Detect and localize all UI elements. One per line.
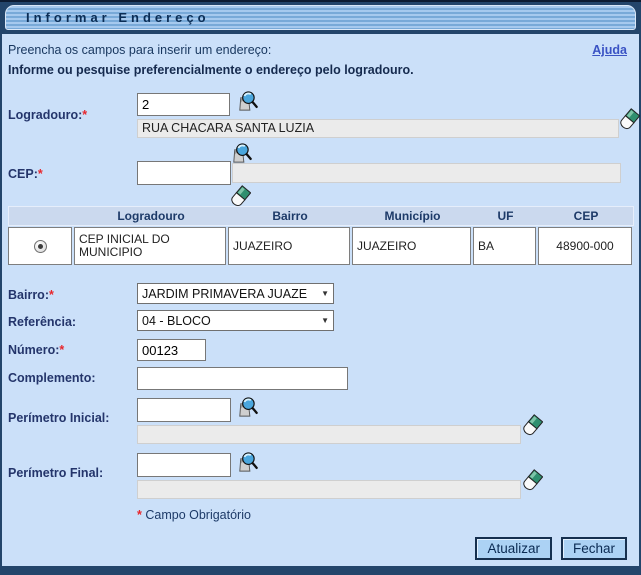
row-select-radio[interactable] bbox=[34, 240, 47, 253]
intro-text: Preencha os campos para inserir um ender… bbox=[8, 43, 271, 57]
perimetro-inicial-name-field bbox=[137, 425, 521, 444]
chevron-down-icon: ▼ bbox=[319, 316, 333, 325]
cell-uf: BA bbox=[473, 227, 536, 265]
perimetro-final-search-icon[interactable] bbox=[235, 451, 258, 474]
perimetro-final-name-field bbox=[137, 480, 521, 499]
action-buttons: Atualizar Fechar bbox=[475, 537, 627, 560]
cell-cep: 48900-000 bbox=[538, 227, 632, 265]
perimetro-final-code-input[interactable] bbox=[137, 453, 231, 477]
perimetro-final-eraser-icon[interactable] bbox=[522, 469, 543, 493]
numero-input[interactable] bbox=[137, 339, 206, 361]
dialog-body: Preencha os campos para inserir um ender… bbox=[2, 34, 639, 566]
referencia-label: Referência: bbox=[8, 315, 76, 329]
bairro-selected-value: JARDIM PRIMAVERA JUAZE bbox=[138, 287, 319, 301]
cep-results-table: Logradouro Bairro Município UF CEP CEP I… bbox=[8, 206, 634, 265]
complemento-label: Complemento: bbox=[8, 371, 96, 385]
dialog-title: Informar Endereço bbox=[6, 10, 210, 25]
perimetro-inicial-code-input[interactable] bbox=[137, 398, 231, 422]
bairro-label: Bairro:* bbox=[8, 288, 54, 302]
bairro-select[interactable]: JARDIM PRIMAVERA JUAZE ▼ bbox=[137, 283, 334, 304]
logradouro-search-icon[interactable] bbox=[235, 90, 258, 113]
fechar-button[interactable]: Fechar bbox=[561, 537, 627, 560]
cep-label: CEP:* bbox=[8, 167, 43, 181]
dialog-informar-endereco: Informar Endereço Preencha os campos par… bbox=[0, 0, 641, 575]
header-municipio: Município bbox=[353, 207, 472, 225]
logradouro-code-input[interactable] bbox=[137, 93, 230, 116]
cep-name-field bbox=[232, 163, 621, 183]
perimetro-inicial-search-icon[interactable] bbox=[235, 396, 258, 419]
cell-bairro: JUAZEIRO bbox=[228, 227, 350, 265]
numero-label: Número:* bbox=[8, 343, 64, 357]
cell-municipio: JUAZEIRO bbox=[352, 227, 471, 265]
logradouro-eraser-icon[interactable] bbox=[619, 108, 640, 132]
logradouro-label: Logradouro:* bbox=[8, 108, 87, 122]
perimetro-final-label: Perímetro Final: bbox=[8, 466, 103, 480]
header-cep: CEP bbox=[539, 207, 633, 225]
complemento-input[interactable] bbox=[137, 367, 348, 390]
perimetro-inicial-label: Perímetro Inicial: bbox=[8, 411, 109, 425]
perimetro-inicial-eraser-icon[interactable] bbox=[522, 414, 543, 438]
help-link[interactable]: Ajuda bbox=[592, 43, 627, 57]
referencia-selected-value: 04 - BLOCO bbox=[138, 314, 319, 328]
header-logradouro: Logradouro bbox=[75, 207, 227, 225]
instruction-text: Informe ou pesquise preferencialmente o … bbox=[8, 63, 414, 77]
table-header-row: Logradouro Bairro Município UF CEP bbox=[8, 206, 634, 226]
atualizar-button[interactable]: Atualizar bbox=[475, 537, 552, 560]
dialog-titlebar: Informar Endereço bbox=[5, 5, 636, 30]
header-uf: UF bbox=[474, 207, 537, 225]
cep-search-icon[interactable] bbox=[229, 142, 252, 165]
required-fields-note: * Campo Obrigatório bbox=[137, 508, 251, 522]
table-row: CEP INICIAL DO MUNICIPIO JUAZEIRO JUAZEI… bbox=[8, 227, 634, 265]
referencia-select[interactable]: 04 - BLOCO ▼ bbox=[137, 310, 334, 331]
logradouro-name-field: RUA CHACARA SANTA LUZIA bbox=[137, 119, 619, 138]
chevron-down-icon: ▼ bbox=[319, 289, 333, 298]
cell-logradouro: CEP INICIAL DO MUNICIPIO bbox=[74, 227, 226, 265]
header-bairro: Bairro bbox=[229, 207, 351, 225]
cep-code-input[interactable] bbox=[137, 161, 231, 185]
header-radio bbox=[9, 207, 73, 225]
